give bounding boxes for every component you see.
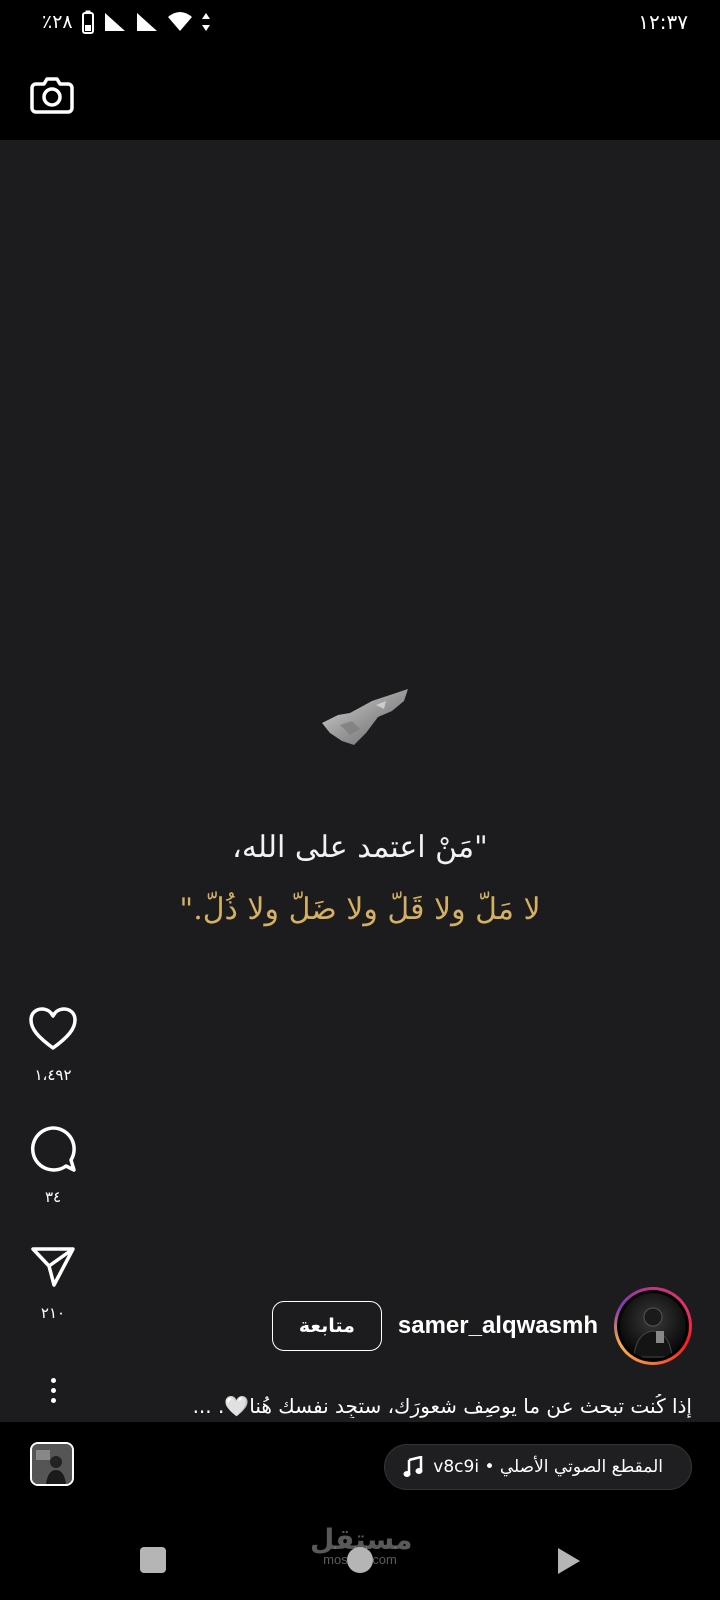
avatar[interactable] (614, 1287, 692, 1365)
signal-icon-sim2 (136, 13, 157, 31)
caption[interactable]: إذا كُنت تبحث عن ما يوصِف شعورَك، ستجِد … (132, 1394, 692, 1418)
audio-pill[interactable]: المقطع الصوتي الأصلي • v8c9i (384, 1444, 692, 1490)
avatar-border (617, 1290, 689, 1362)
camera-button[interactable] (28, 70, 76, 118)
home-button[interactable] (347, 1547, 373, 1573)
battery-icon (81, 10, 94, 34)
more-dot-icon (50, 1377, 56, 1383)
bottom-bar: المقطع الصوتي الأصلي • v8c9i (0, 1422, 720, 1520)
share-action: ٢١٠ (22, 1244, 84, 1322)
send-icon[interactable] (29, 1244, 77, 1290)
status-time: ١٢:٣٧ (638, 10, 688, 34)
system-nav-bar: مستقل mostaql.com (0, 1520, 720, 1600)
status-icons: ٪٢٨ (42, 10, 211, 34)
like-count[interactable]: ١،٤٩٢ (22, 1066, 84, 1084)
avatar-image (620, 1293, 686, 1359)
camera-icon (30, 77, 74, 114)
stone-image (322, 689, 408, 745)
more-dot-icon (50, 1397, 56, 1403)
recents-button[interactable] (140, 1547, 166, 1573)
wifi-icon (167, 12, 192, 31)
music-note-icon (403, 1456, 423, 1477)
data-arrows-icon (201, 13, 210, 31)
share-count[interactable]: ٢١٠ (22, 1304, 84, 1322)
quote-line-1: "مَنْ اعتمد على الله، (232, 830, 488, 865)
audio-label: المقطع الصوتي الأصلي • v8c9i (433, 1457, 663, 1477)
audio-thumbnail[interactable] (30, 1442, 74, 1486)
comment-action: ٣٤ (22, 1124, 84, 1206)
heart-icon[interactable] (28, 1006, 78, 1052)
more-options-button[interactable] (22, 1370, 84, 1410)
more-dot-icon (50, 1387, 56, 1393)
author-row: متابعة samer_alqwasmh (271, 1286, 692, 1366)
comment-count[interactable]: ٣٤ (22, 1188, 84, 1206)
follow-button[interactable]: متابعة (271, 1301, 382, 1351)
reel-video[interactable]: "مَنْ اعتمد على الله، لا مَلّ ولا قَلّ و… (0, 140, 720, 1422)
thumbnail-image (32, 1444, 72, 1484)
quote-line-2: لا مَلّ ولا قَلّ ولا ضَلّ ولا ذُلّ." (179, 892, 541, 927)
username[interactable]: samer_alqwasmh (398, 1312, 598, 1340)
status-bar: ٪٢٨ ١٢:٣٧ (0, 0, 720, 44)
back-triangle-icon[interactable] (556, 1546, 582, 1576)
comment-icon[interactable] (28, 1124, 78, 1174)
signal-icon-sim1 (104, 13, 125, 31)
top-bar (0, 44, 720, 140)
like-action: ١،٤٩٢ (22, 1006, 84, 1084)
person-silhouette-icon (633, 1307, 673, 1358)
battery-percent: ٪٢٨ (42, 11, 73, 33)
